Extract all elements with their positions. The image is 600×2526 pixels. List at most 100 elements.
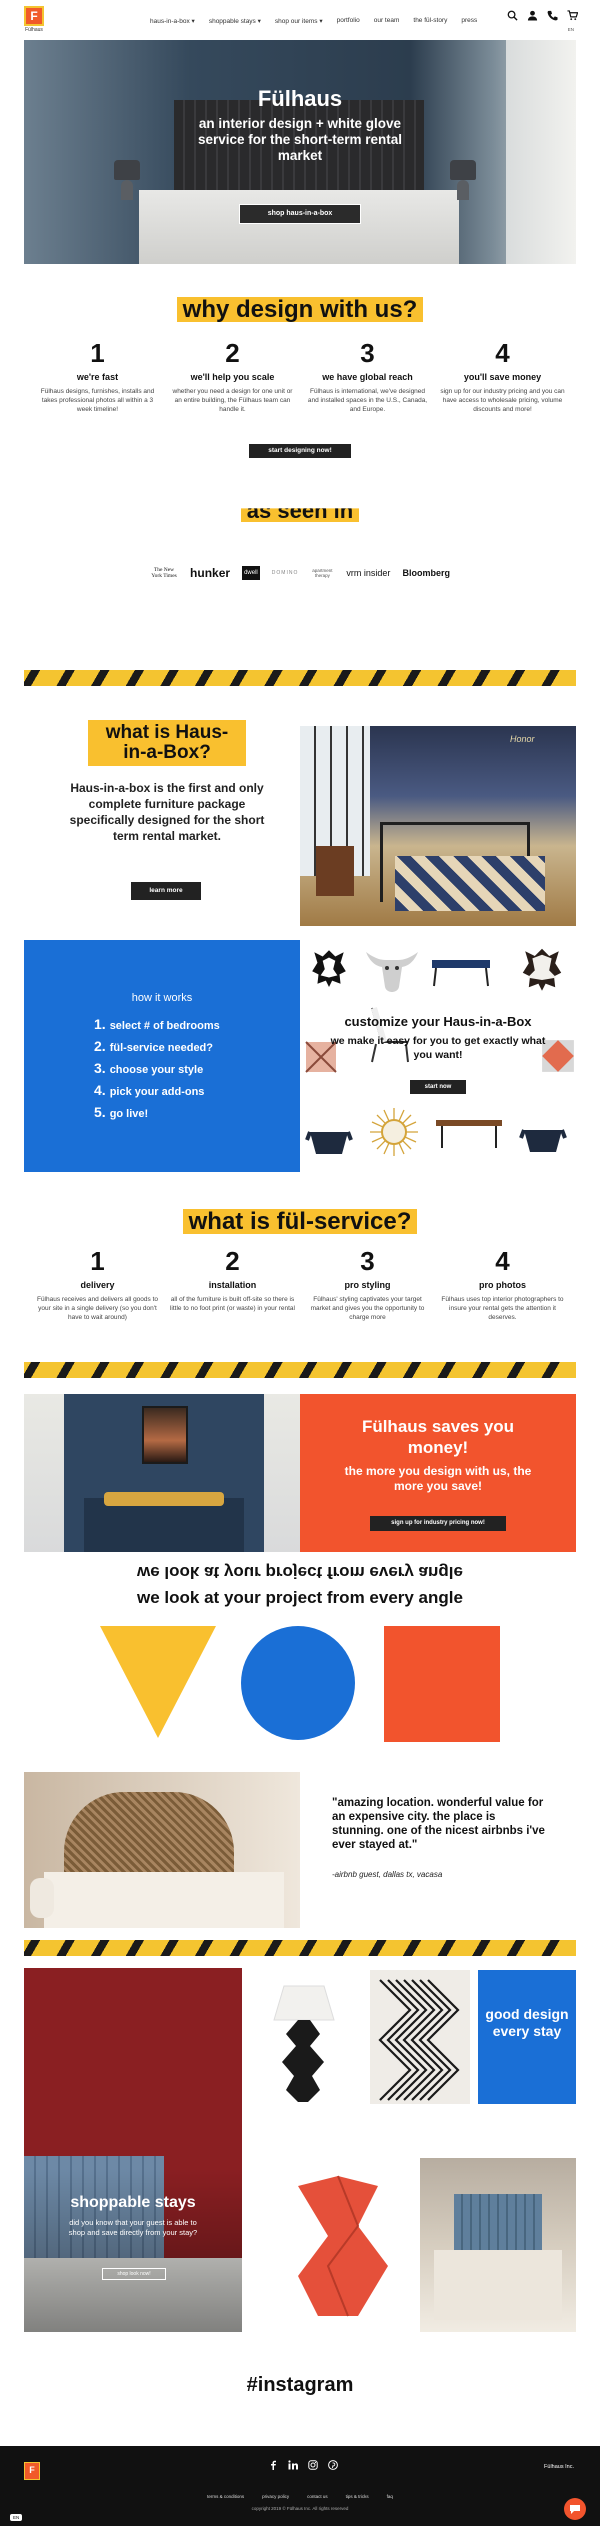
start-designing-button[interactable]: start designing now! (249, 444, 351, 458)
why-item: 1 we're fast Fülhaus designs, furnishes,… (30, 338, 165, 414)
hero-bed (139, 190, 459, 264)
footer-link-faq[interactable]: faq (387, 2494, 393, 2499)
step-number: 4. (94, 1082, 106, 1098)
service-item-desc: Fülhaus uses top interior photographers … (441, 1296, 564, 1321)
nav-label: shoppable stays (208, 18, 256, 25)
why-item: 2 we'll help you scale whether you need … (165, 338, 300, 414)
press-logo-vrm-insider[interactable]: vrm insider (346, 568, 390, 578)
customize-subtitle: we make it easy for you to get exactly w… (330, 1035, 546, 1061)
step-item: 5. go live! (94, 1102, 220, 1124)
wall-art (142, 1406, 188, 1464)
testimonial-author: -airbnb guest, dallas tx, vacasa (332, 1870, 443, 1879)
why-item-desc: Fülhaus is international, we've designed… (307, 388, 428, 413)
why-number: 1 (90, 338, 105, 368)
service-item-desc: Fülhaus' styling captivates your target … (310, 1296, 425, 1321)
nav-shop-our-items[interactable]: shop our items ▾ (275, 17, 323, 25)
shoppable-stays-text: did you know that your guest is able to … (68, 2218, 198, 2237)
hib-title-text: what is Haus-in-a-Box? (88, 720, 246, 766)
zigzag-rug-image[interactable] (370, 1970, 470, 2104)
service-item: 3 pro styling Fülhaus' styling captivate… (300, 1246, 435, 1322)
dining-table-icon (436, 1120, 502, 1148)
how-it-works-steps: 1. select # of bedrooms 2. fül-service nee… (94, 1014, 220, 1124)
linkedin-icon[interactable] (288, 2460, 298, 2470)
why-item: 4 you'll save money sign up for our indu… (435, 338, 570, 414)
room-vase (30, 1878, 54, 1918)
search-icon[interactable] (507, 10, 518, 21)
pinterest-icon[interactable] (328, 2460, 338, 2470)
stone-wall-bedroom-image[interactable] (420, 2158, 576, 2332)
nav-portfolio[interactable]: portfolio (337, 17, 360, 25)
service-number: 4 (495, 1246, 510, 1276)
footer-logo[interactable]: F (24, 2462, 40, 2480)
press-logo-hunker[interactable]: hunker (190, 566, 230, 580)
step-item: 2. fül-service needed? (94, 1036, 220, 1058)
footer-link-terms[interactable]: terms & conditions (207, 2494, 244, 2499)
caution-stripe (24, 670, 576, 686)
industry-pricing-button[interactable]: sign up for industry pricing now! (370, 1516, 506, 1531)
phone-icon[interactable] (547, 10, 558, 21)
hero-subtitle: an interior design + white glove service… (197, 116, 403, 163)
service-item: 2 installation all of the furniture is b… (165, 1246, 300, 1322)
fulhaus-logo[interactable]: F Fülhaus (24, 6, 44, 33)
nav-press[interactable]: press (461, 17, 477, 25)
why-number: 3 (360, 338, 375, 368)
footer-link-privacy[interactable]: privacy policy (262, 2494, 289, 2499)
cart-icon[interactable] (567, 10, 578, 21)
why-item-desc: sign up for our industry pricing and you… (440, 388, 565, 413)
press-logos: The New York Times hunker dwell DOMINO a… (150, 566, 450, 580)
language-badge[interactable]: EN (10, 2514, 23, 2521)
look-title-mirrored: we look at your project from every angle (137, 1563, 463, 1582)
shop-look-now-button[interactable]: shop look now! (102, 2268, 166, 2280)
good-design-panel: good design every stay (478, 1970, 576, 2104)
service-title-text: what is fül-service? (182, 1209, 418, 1234)
customize-title: customize your Haus-in-a-Box (344, 1014, 532, 1029)
service-item-title: delivery (80, 1280, 115, 1290)
press-logo-apartment-therapy[interactable]: apartment therapy (310, 568, 334, 578)
start-now-button[interactable]: start now (410, 1080, 466, 1094)
bench-icon (432, 960, 490, 987)
press-logo-domino[interactable]: DOMINO (272, 570, 299, 576)
why-item: 3 we have global reach Fülhaus is intern… (300, 338, 435, 414)
facebook-icon[interactable] (268, 2460, 278, 2470)
saves-panel: Fülhaus saves you money! the more you de… (300, 1394, 576, 1552)
service-columns: 1 delivery Fülhaus receives and delivers… (30, 1246, 570, 1322)
learn-more-button[interactable]: learn more (131, 882, 201, 900)
room-bed (434, 2250, 562, 2320)
nav-ful-story[interactable]: the fül-story (413, 17, 447, 25)
press-section-title: as seen in (0, 508, 600, 524)
press-logo-dwell[interactable]: dwell (242, 566, 260, 580)
instagram-icon[interactable] (308, 2460, 318, 2470)
service-item-title: pro styling (344, 1280, 391, 1290)
shop-haus-in-a-box-button[interactable]: shop haus-in-a-box (239, 204, 361, 224)
side-table-icon[interactable] (278, 2166, 398, 2326)
nav-haus-in-a-box[interactable]: haus-in-a-box ▾ (150, 17, 195, 25)
room-bed (84, 1498, 244, 1552)
language-selector[interactable]: EN (568, 27, 574, 32)
press-logo-nyt[interactable]: The New York Times (150, 567, 178, 579)
bull-skull-icon (366, 952, 418, 992)
lamp-icon (450, 160, 476, 200)
why-title-text: why design with us? (176, 297, 424, 322)
why-item-desc: Fülhaus designs, furnishes, installs and… (40, 388, 155, 413)
chat-button[interactable] (564, 2498, 586, 2520)
table-lamp-icon[interactable] (258, 1982, 350, 2106)
nav-label: haus-in-a-box (150, 18, 190, 25)
service-item: 4 pro photos Fülhaus uses top interior p… (435, 1246, 570, 1322)
instagram-title[interactable]: #instagram (0, 2374, 600, 2397)
nav-shoppable-stays[interactable]: shoppable stays ▾ (209, 17, 261, 25)
nav-our-team[interactable]: our team (374, 17, 400, 25)
how-it-works-title: how it works (131, 992, 193, 1004)
step-number: 5. (94, 1104, 106, 1120)
footer-link-contact[interactable]: contact us (307, 2494, 328, 2499)
how-it-works-panel: how it works 1. select # of bedrooms 2. fü… (24, 940, 300, 1172)
sunburst-mirror-icon (370, 1108, 418, 1156)
press-logo-bloomberg[interactable]: Bloomberg (402, 568, 450, 578)
footer-link-tips[interactable]: tips & tricks (346, 2494, 369, 2499)
blue-circle-shape (241, 1626, 355, 1740)
pendant-lamp-icon (305, 1131, 353, 1154)
why-number: 2 (225, 338, 240, 368)
step-number: 2. (94, 1038, 106, 1054)
why-item-desc: whether you need a design for one unit o… (172, 388, 293, 413)
user-icon[interactable] (527, 10, 538, 21)
step-label: choose your style (109, 1064, 204, 1076)
